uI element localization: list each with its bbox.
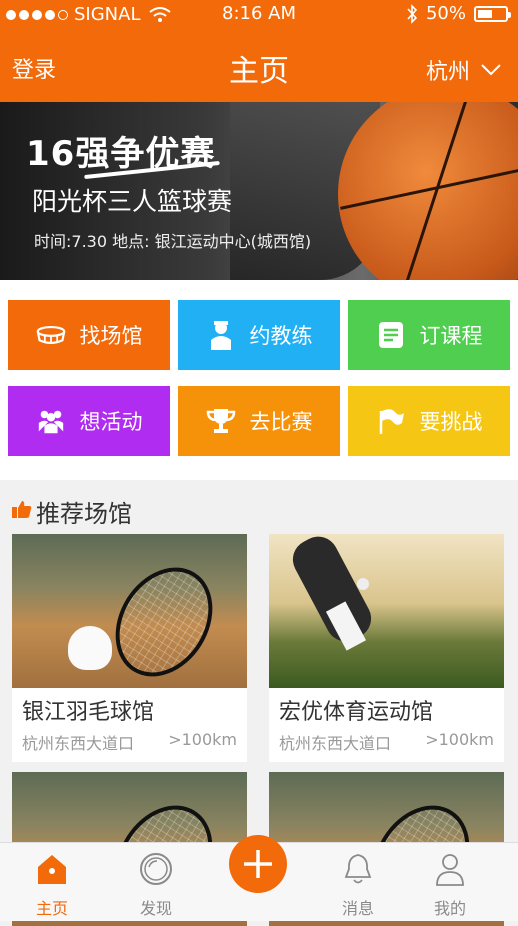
venue-name: 银江羽毛球馆: [22, 700, 155, 725]
venue-address: 杭州东西大道口: [22, 734, 135, 753]
city-selector[interactable]: 杭州: [426, 54, 502, 86]
nav-bar: 登录 主页 杭州: [0, 28, 518, 102]
status-bar: SIGNAL 8:16 AM 50%: [0, 0, 518, 28]
discover-icon: [140, 853, 172, 885]
racket-image: [95, 549, 233, 688]
shuttlecock-image: [68, 626, 112, 670]
book-course-button[interactable]: 订课程: [348, 300, 510, 370]
city-label: 杭州: [425, 60, 470, 85]
venue-distance: >100km: [168, 730, 237, 749]
find-activity-button[interactable]: 想活动: [8, 386, 170, 456]
venue-image: [269, 534, 504, 688]
banner-event-info: 时间:7.30 地点: 银江运动中心(城西馆): [34, 232, 312, 251]
battery-icon: [474, 5, 511, 22]
tab-bar: 主页 发现 消息 我的: [0, 835, 518, 921]
challenge-button[interactable]: 要挑战: [348, 386, 510, 456]
bell-icon: [344, 854, 372, 884]
tab-home[interactable]: 主页: [12, 843, 92, 921]
venue-distance: >100km: [425, 730, 494, 749]
venue-card[interactable]: 银江羽毛球馆 杭州东西大道口 >100km: [12, 534, 247, 762]
trophy-icon: [206, 406, 236, 436]
section-title: 推荐场馆: [36, 500, 132, 528]
action-label: 约教练: [249, 324, 313, 348]
add-button[interactable]: [229, 835, 287, 893]
action-label: 订课程: [419, 324, 483, 348]
action-label: 想活动: [79, 410, 143, 434]
venue-address: 杭州东西大道口: [279, 734, 392, 753]
promo-banner[interactable]: 16强争优赛 阳光杯三人篮球赛 时间:7.30 地点: 银江运动中心(城西馆): [0, 102, 518, 280]
tab-profile[interactable]: 我的: [410, 843, 490, 921]
tab-label: 我的: [433, 899, 466, 918]
tab-label: 主页: [35, 899, 68, 918]
player-leg-image: [285, 534, 379, 649]
tab-messages[interactable]: 消息: [318, 843, 398, 921]
venue-image: [12, 534, 247, 688]
section-header: 推荐场馆: [0, 488, 518, 528]
basketball-image: [338, 102, 518, 280]
banner-subtitle: 阳光杯三人篮球赛: [32, 187, 233, 216]
coach-icon: [206, 320, 236, 350]
tab-label: 消息: [341, 899, 374, 918]
action-grid: 找场馆 约教练 订课程 想活动 去比赛 要挑战: [0, 280, 518, 480]
thumbs-up-icon: [12, 501, 32, 518]
group-icon: [36, 406, 66, 436]
tab-label: 发现: [139, 899, 172, 918]
book-coach-button[interactable]: 约教练: [178, 300, 340, 370]
home-icon: [38, 855, 66, 884]
action-label: 要挑战: [419, 410, 483, 434]
venue-card[interactable]: 宏优体育运动馆 杭州东西大道口 >100km: [269, 534, 504, 762]
stadium-icon: [36, 320, 66, 350]
bluetooth-icon: [407, 3, 418, 24]
tab-discover[interactable]: 发现: [116, 843, 196, 921]
action-label: 去比赛: [249, 410, 313, 434]
plus-icon: [244, 850, 272, 878]
course-icon: [376, 320, 406, 350]
user-icon: [436, 854, 464, 886]
flag-icon: [376, 406, 406, 436]
battery-percent: 50%: [425, 3, 466, 24]
join-match-button[interactable]: 去比赛: [178, 386, 340, 456]
find-venue-button[interactable]: 找场馆: [8, 300, 170, 370]
chevron-down-icon: [481, 64, 501, 76]
action-label: 找场馆: [79, 324, 143, 348]
venue-name: 宏优体育运动馆: [279, 700, 434, 725]
soccer-ball-image: [357, 578, 369, 590]
